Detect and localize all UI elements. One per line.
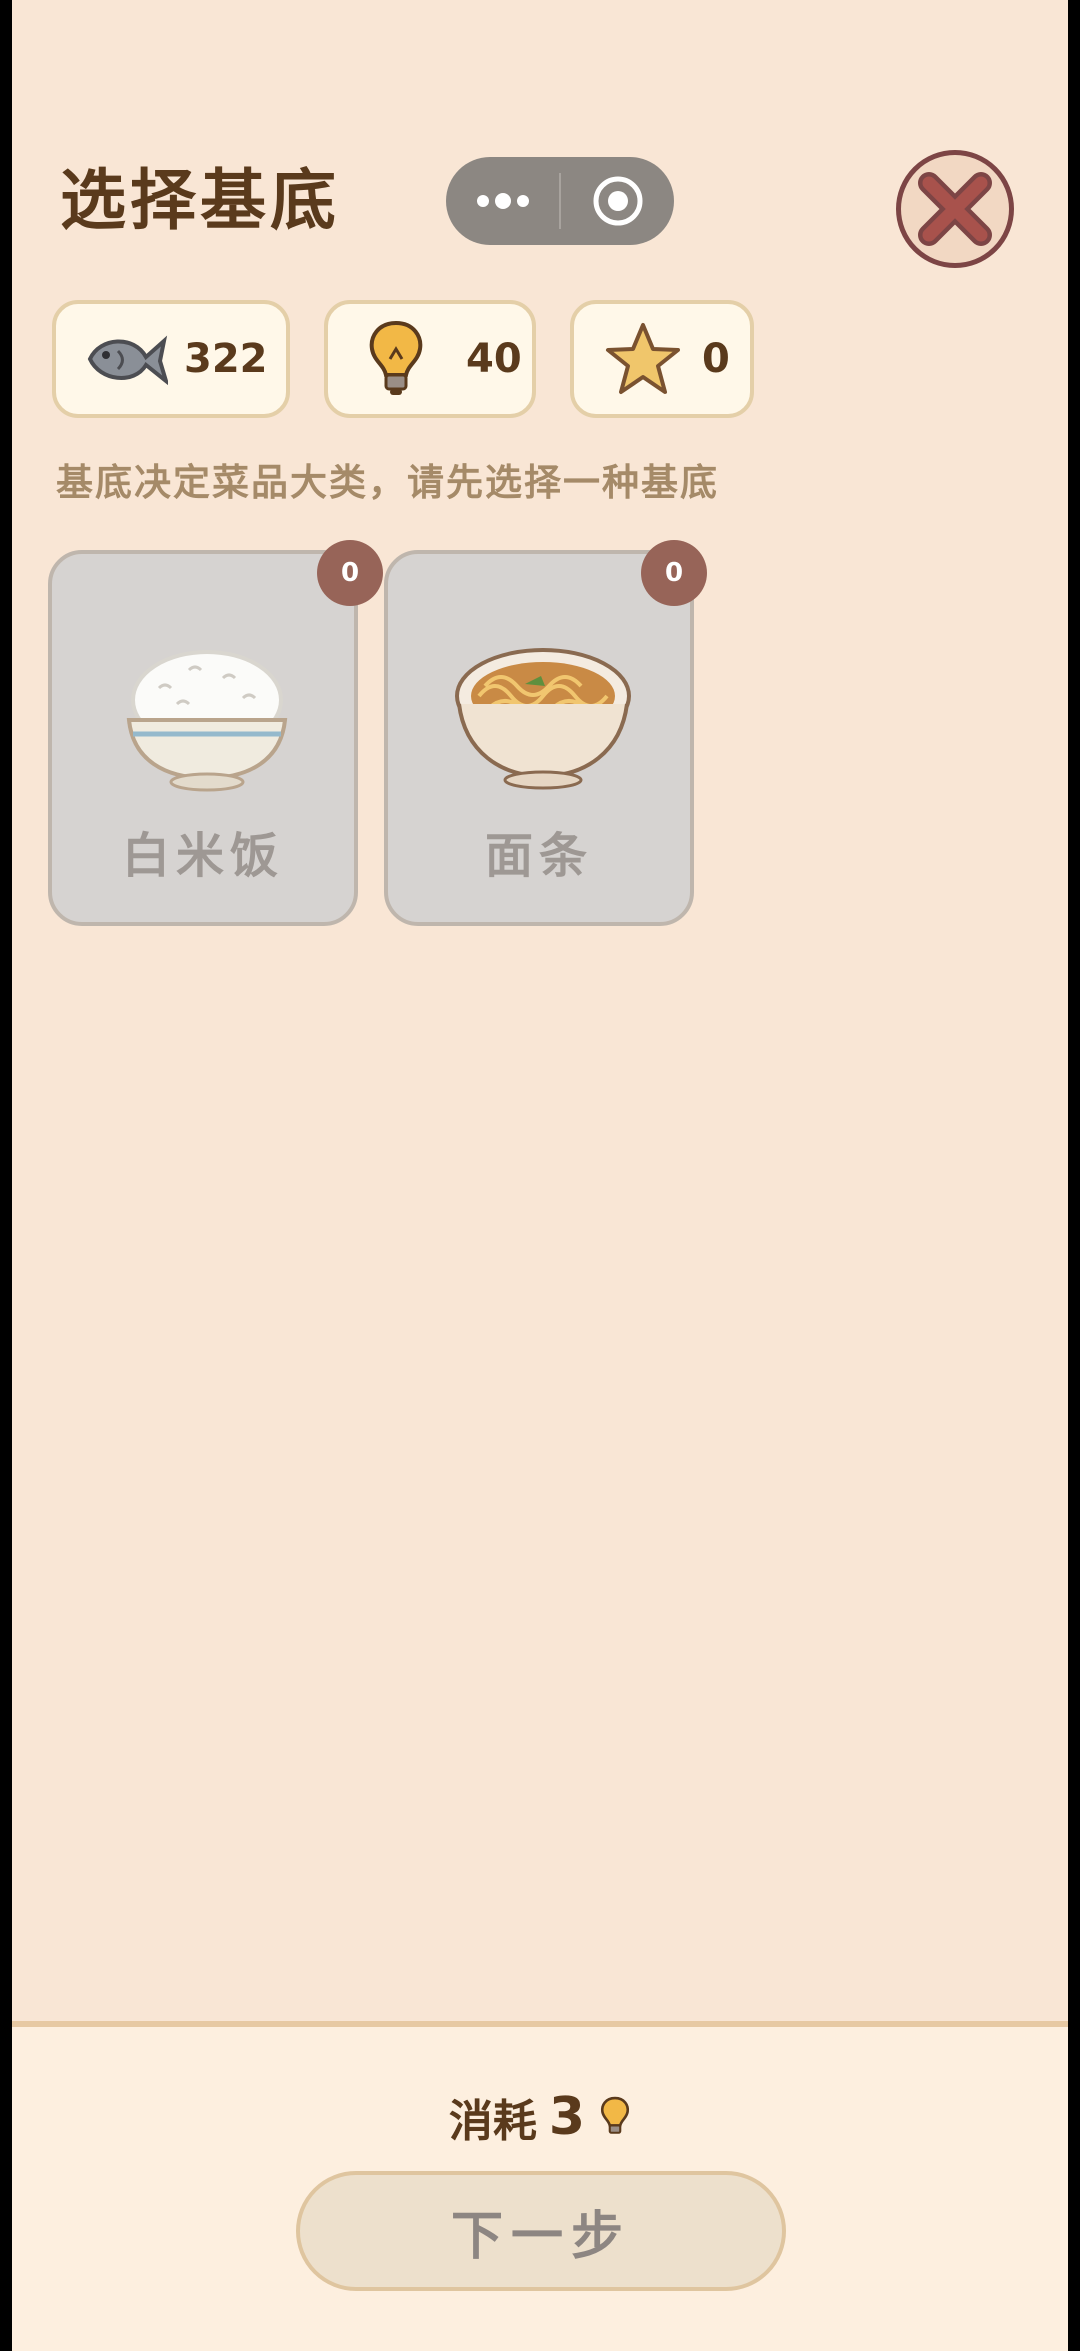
- noodles-count-badge: 0: [641, 540, 707, 606]
- close-button[interactable]: [896, 150, 1014, 268]
- noodle-bowl-icon: [455, 648, 631, 790]
- rice-bowl-icon: [126, 650, 288, 792]
- page-title: 选择基底: [60, 162, 340, 239]
- star-icon: [606, 323, 680, 394]
- base-card-rice[interactable]: 白米饭: [48, 550, 358, 926]
- lightbulb-counter: 40: [324, 300, 536, 418]
- base-label-noodles: 面条: [484, 828, 593, 884]
- cost-value: 3: [548, 2087, 586, 2147]
- star-count: 0: [702, 336, 730, 382]
- next-step-button[interactable]: 下一步: [296, 2171, 786, 2291]
- cost-display: 消耗 3: [12, 2085, 1068, 2149]
- mini-program-capsule: [446, 157, 674, 245]
- fish-icon: [87, 335, 168, 386]
- lightbulb-icon: [369, 320, 423, 395]
- close-icon: [918, 172, 992, 246]
- base-label-rice: 白米饭: [121, 828, 284, 884]
- star-counter: 0: [570, 300, 754, 418]
- app-screen: 选择基底 322 40 0 基底决定菜品大类，请先选择一种基底 白米饭 0 面条…: [12, 0, 1068, 2351]
- target-circle-icon: [593, 176, 642, 226]
- lightbulb-icon: [601, 2096, 630, 2134]
- rice-count-badge: 0: [317, 540, 383, 606]
- lightbulb-count: 40: [466, 336, 522, 382]
- fish-count: 322: [184, 336, 268, 382]
- bottom-action-bar: 消耗 3 下一步: [12, 2021, 1068, 2351]
- base-card-noodles[interactable]: 面条: [384, 550, 694, 926]
- fish-counter: 322: [52, 300, 290, 418]
- cost-label: 消耗: [448, 2096, 537, 2147]
- exit-program-button[interactable]: [561, 157, 674, 245]
- more-dots-icon: [476, 193, 529, 209]
- base-hint-text: 基底决定菜品大类，请先选择一种基底: [56, 461, 719, 504]
- more-menu-button[interactable]: [446, 157, 559, 245]
